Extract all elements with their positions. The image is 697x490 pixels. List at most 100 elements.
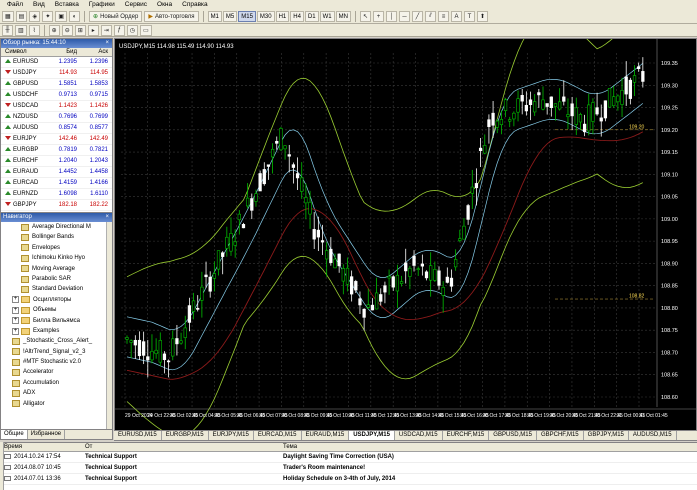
chart-tab[interactable]: GBPCHF,M15 — [537, 431, 584, 440]
chart-tab[interactable]: EURJPY,M15 — [209, 431, 254, 440]
market-watch-row[interactable]: EURGBP 0.7819 0.7821 — [1, 145, 112, 156]
chart-tab[interactable]: EURCHF,M15 — [443, 431, 490, 440]
market-watch-row[interactable]: EURCHF 1.2040 1.2043 — [1, 156, 112, 167]
navigator-item[interactable]: Parabolic SAR — [1, 274, 106, 284]
periods-icon[interactable]: ◷ — [126, 24, 139, 36]
navigator-item[interactable]: + Объемы — [1, 305, 106, 315]
market-watch-row[interactable]: EURCAD 1.4159 1.4166 — [1, 178, 112, 189]
navigator-item[interactable]: Moving Average — [1, 264, 106, 274]
chart-tab[interactable]: EURUSD,M15 — [114, 431, 162, 440]
mail-row[interactable]: 2014.08.07 10:45 Technical Support Trader'… — [0, 463, 697, 474]
chart-tab[interactable]: EURGBP,M15 — [162, 431, 209, 440]
symbol-header[interactable]: Символ — [1, 48, 47, 56]
market-watch-row[interactable]: EURUSD 1.2395 1.2396 — [1, 57, 112, 68]
label-tool-icon[interactable]: T — [463, 11, 475, 22]
menu-item[interactable]: Справка — [177, 0, 213, 10]
close-icon[interactable]: × — [105, 213, 109, 222]
bid-header[interactable]: Бид — [47, 48, 79, 56]
horizontal-line-icon[interactable]: ─ — [398, 11, 410, 22]
navigator-item[interactable]: Standard Deviation — [1, 284, 106, 294]
navigator-item[interactable]: + Осцилляторы — [1, 295, 106, 305]
navigator-item[interactable]: + Билла Вильямса — [1, 316, 106, 326]
from-header[interactable]: От — [81, 443, 279, 451]
price-chart[interactable]: 109.20 108.82 109.35 109.30 109.25 109.20 109… — [115, 7, 696, 437]
chart-tab[interactable]: EURAUD,M15 — [302, 431, 350, 440]
candle-chart-icon[interactable]: ▥ — [15, 24, 27, 36]
timeframe-d1[interactable]: D1 — [304, 11, 319, 22]
navigator-tab[interactable]: Избранное — [28, 430, 66, 439]
cursor-icon[interactable]: ↖ — [359, 11, 371, 22]
timeframe-h4[interactable]: H4 — [290, 11, 304, 22]
chart-tab[interactable]: EURCAD,M15 — [254, 431, 302, 440]
market-watch-row[interactable]: AUDUSD 0.8574 0.8577 — [1, 123, 112, 134]
expand-icon[interactable]: + — [12, 327, 19, 335]
menu-item[interactable]: Вид — [28, 0, 50, 10]
chart-tab[interactable]: AUDUSD,M15 — [629, 431, 677, 440]
indicators-icon[interactable]: ƒ — [113, 24, 125, 36]
navigator-icon[interactable]: ✦ — [42, 11, 54, 22]
timeframe-m5[interactable]: M5 — [222, 11, 238, 22]
autotrading-button[interactable]: ▶ Авто-торговля — [144, 11, 199, 22]
zoom-in-icon[interactable]: ⊕ — [48, 24, 60, 36]
navigator-item[interactable]: Alligator — [1, 399, 106, 409]
mail-row[interactable]: 2014.07.01 13:36 Technical Support Holiday… — [0, 474, 697, 485]
market-watch-row[interactable]: USDJPY 114.93 114.95 — [1, 68, 112, 79]
chart-tab[interactable]: USDCAD,M15 — [395, 431, 443, 440]
line-chart-icon[interactable]: ⌇ — [28, 24, 40, 36]
expand-icon[interactable]: + — [12, 317, 19, 325]
trendline-icon[interactable]: ╱ — [411, 11, 423, 22]
market-watch-row[interactable]: USDCHF 0.9713 0.9715 — [1, 90, 112, 101]
navigator-scrollbar[interactable] — [106, 222, 112, 429]
bar-chart-icon[interactable]: ╫ — [2, 24, 13, 36]
subject-header[interactable]: Тема — [279, 443, 697, 451]
navigator-item[interactable]: + Examples — [1, 326, 106, 336]
menu-item[interactable]: Окна — [152, 0, 177, 10]
fibonacci-icon[interactable]: ≡ — [437, 11, 449, 22]
timeframe-mn[interactable]: MN — [335, 11, 351, 22]
navigator-item[interactable]: Bollinger Bands — [1, 232, 106, 242]
tile-windows-icon[interactable]: ⊞ — [74, 24, 86, 36]
market-watch-row[interactable]: EURAUD 1.4452 1.4458 — [1, 167, 112, 178]
autoscroll-icon[interactable]: ▸ — [87, 24, 99, 36]
profiles-icon[interactable]: ▤ — [15, 11, 28, 22]
templates-icon[interactable]: ▭ — [140, 24, 152, 36]
timeframe-h1[interactable]: H1 — [275, 11, 290, 22]
menu-item[interactable]: Вставка — [50, 0, 84, 10]
navigator-tab[interactable]: Общие — [1, 430, 28, 439]
chart-tab[interactable]: GBPJPY,M15 — [584, 431, 629, 440]
navigator-item[interactable]: Ichimoku Kinko Hyo — [1, 253, 106, 263]
chart-tab[interactable]: USDJPY,M15 — [349, 431, 395, 440]
market-watch-row[interactable]: EURJPY 142.46 142.49 — [1, 134, 112, 145]
terminal-icon[interactable]: ▣ — [55, 11, 68, 22]
chart-tab[interactable]: GBPUSD,M15 — [489, 431, 537, 440]
time-header[interactable]: Время — [0, 443, 81, 451]
expand-icon[interactable]: + — [12, 296, 19, 304]
navigator-item[interactable]: Envelopes — [1, 243, 106, 253]
text-tool-icon[interactable]: A — [450, 11, 462, 22]
timeframe-w1[interactable]: W1 — [319, 11, 335, 22]
chart-shift-icon[interactable]: ⇥ — [100, 24, 112, 36]
expand-icon[interactable]: + — [12, 306, 19, 314]
timeframe-m15[interactable]: M15 — [238, 11, 256, 22]
market-watch-row[interactable]: EURNZD 1.6098 1.6110 — [1, 189, 112, 200]
chart-window[interactable]: 109.20 108.82 109.35 109.30 109.25 109.20 109… — [114, 7, 697, 437]
arrow-tool-icon[interactable]: ⬆ — [476, 11, 489, 22]
navigator-item[interactable]: ADX — [1, 388, 106, 398]
navigator-item[interactable]: #MTF Stochastic v2.0 — [1, 357, 106, 367]
crosshair-icon[interactable]: + — [372, 11, 384, 22]
menu-item[interactable]: Файл — [2, 0, 28, 10]
navigator-item[interactable]: _Stochastic_Cross_Alert_ — [1, 336, 106, 346]
mail-row[interactable]: 2014.10.24 17:54 Technical Support Dayligh… — [0, 452, 697, 463]
menu-item[interactable]: Сервис — [120, 0, 152, 10]
market-watch-row[interactable]: NZDUSD 0.7696 0.7699 — [1, 112, 112, 123]
market-watch-row[interactable]: USDCAD 1.1423 1.1426 — [1, 101, 112, 112]
close-icon[interactable]: × — [105, 39, 109, 48]
menu-item[interactable]: Графики — [84, 0, 120, 10]
market-watch-row[interactable]: GBPUSD 1.5851 1.5853 — [1, 79, 112, 90]
market-watch-icon[interactable]: ◈ — [29, 11, 41, 22]
new-chart-icon[interactable]: ▦ — [2, 11, 14, 22]
new-order-button[interactable]: ⊕ Новый Ордер — [89, 11, 143, 22]
market-watch-row[interactable]: GBPJPY 182.18 182.22 — [1, 200, 112, 211]
navigator-item[interactable]: Accumulation — [1, 378, 106, 388]
navigator-item[interactable]: Accelerator — [1, 367, 106, 377]
